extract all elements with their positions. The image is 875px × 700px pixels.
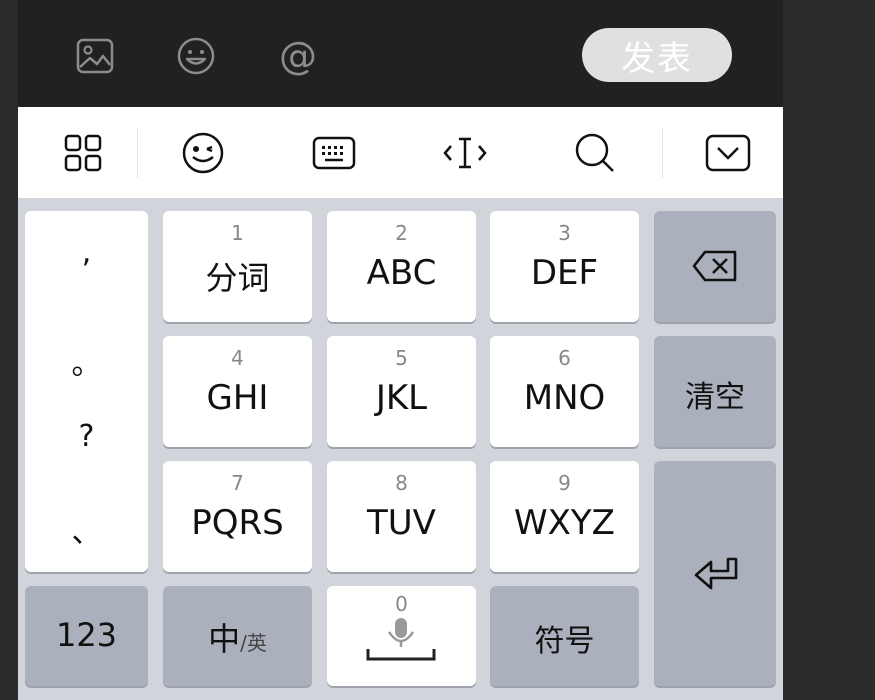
composer-bar: @ 发表 — [18, 0, 783, 107]
key-3[interactable]: 3 DEF — [490, 211, 639, 322]
smile-icon[interactable] — [176, 36, 216, 76]
search-icon[interactable] — [571, 129, 619, 177]
cursor-icon[interactable] — [441, 129, 489, 177]
key-8[interactable]: 8 TUV — [327, 461, 476, 572]
hide-keyboard-icon[interactable] — [704, 129, 752, 177]
keyboard-icon[interactable] — [310, 129, 358, 177]
backspace-key[interactable] — [654, 211, 776, 322]
punct-period[interactable]: 。 — [25, 339, 148, 383]
language-key[interactable]: 中/英 — [163, 586, 312, 686]
clear-key[interactable]: 清空 — [654, 336, 776, 447]
key-1[interactable]: 1 分词 — [163, 211, 312, 322]
keyboard-toolbar — [18, 107, 783, 198]
punct-comma[interactable]: , — [25, 235, 148, 270]
key-5[interactable]: 5 JKL — [327, 336, 476, 447]
at-icon[interactable]: @ — [278, 34, 318, 78]
numbers-key[interactable]: 123 — [25, 586, 148, 686]
enter-key[interactable] — [654, 461, 776, 686]
toolbar-divider — [662, 128, 663, 178]
image-icon[interactable] — [75, 36, 115, 76]
key-2[interactable]: 2 ABC — [327, 211, 476, 322]
right-margin — [783, 0, 875, 700]
symbols-key[interactable]: 符号 — [490, 586, 639, 686]
send-button[interactable]: 发表 — [582, 28, 732, 82]
punct-enum-comma[interactable]: 、 — [25, 507, 148, 551]
key-6[interactable]: 6 MNO — [490, 336, 639, 447]
lang-main: 中 — [208, 620, 241, 658]
microphone-icon — [366, 618, 436, 661]
key-7[interactable]: 7 PQRS — [163, 461, 312, 572]
punctuation-column[interactable]: , 。 ? 、 — [25, 211, 148, 572]
lang-sub: /英 — [240, 631, 267, 655]
left-margin — [0, 0, 18, 700]
toolbar-divider — [137, 128, 138, 178]
space-key[interactable]: 0 — [327, 586, 476, 686]
t9-keyboard: , 。 ? 、 1 分词 2 ABC 3 DEF 4 GHI 5 JKL 6 M… — [18, 198, 783, 700]
key-4[interactable]: 4 GHI — [163, 336, 312, 447]
emoji-icon[interactable] — [179, 129, 227, 177]
key-9[interactable]: 9 WXYZ — [490, 461, 639, 572]
punct-question[interactable]: ? — [25, 419, 148, 454]
grid-icon[interactable] — [59, 129, 107, 177]
